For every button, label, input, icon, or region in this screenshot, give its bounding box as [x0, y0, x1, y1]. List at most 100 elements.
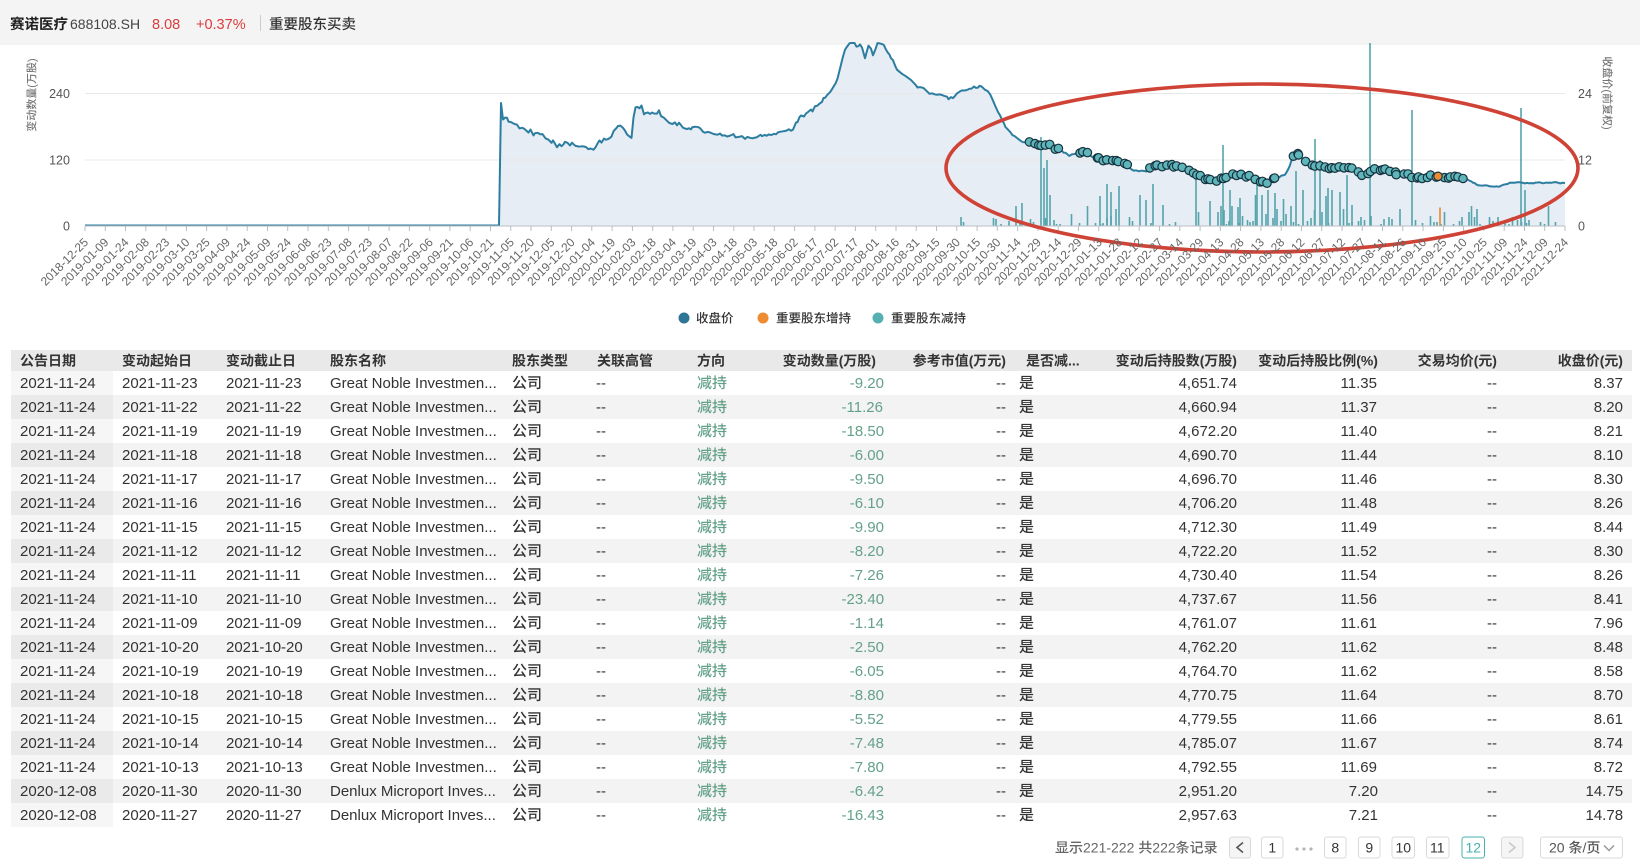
svg-text:(%): (%) — [1356, 353, 1378, 369]
svg-text:--: -- — [596, 759, 606, 776]
svg-text:--: -- — [996, 567, 1006, 584]
svg-text:8.26: 8.26 — [1594, 495, 1623, 512]
svg-text:2021-11-24: 2021-11-24 — [20, 495, 96, 512]
svg-text:11.35: 11.35 — [1341, 375, 1377, 392]
svg-text:--: -- — [996, 735, 1006, 752]
svg-text:8.10: 8.10 — [1594, 447, 1623, 464]
svg-text:2021-11-24: 2021-11-24 — [20, 591, 96, 608]
svg-text:14.78: 14.78 — [1586, 807, 1624, 824]
svg-text:--: -- — [996, 711, 1006, 728]
svg-text:-8.20: -8.20 — [850, 543, 884, 560]
svg-text:--: -- — [1487, 759, 1497, 776]
svg-text:11.49: 11.49 — [1341, 519, 1377, 536]
svg-text:2021-11-24: 2021-11-24 — [20, 687, 96, 704]
svg-text:-2.50: -2.50 — [850, 639, 884, 656]
svg-text:2021-11-24: 2021-11-24 — [20, 615, 96, 632]
svg-text:2021-11-18: 2021-11-18 — [122, 447, 198, 464]
svg-text:+0.37%: +0.37% — [196, 17, 246, 33]
svg-text:2,951.20: 2,951.20 — [1179, 783, 1237, 800]
svg-text:Denlux Microport Inves...: Denlux Microport Inves... — [330, 807, 496, 824]
svg-text:Great Noble Investmen...: Great Noble Investmen... — [330, 519, 497, 536]
svg-text:2021-11-23: 2021-11-23 — [226, 375, 302, 392]
svg-text:--: -- — [1487, 711, 1497, 728]
svg-text:2021-10-14: 2021-10-14 — [122, 735, 199, 752]
svg-text:2020-11-27: 2020-11-27 — [226, 807, 302, 824]
svg-text:11: 11 — [1430, 840, 1445, 856]
svg-text:14.75: 14.75 — [1586, 783, 1624, 800]
svg-text:4,762.20: 4,762.20 — [1179, 639, 1237, 656]
svg-text:Great Noble Investmen...: Great Noble Investmen... — [330, 495, 497, 512]
svg-text:--: -- — [1487, 591, 1497, 608]
svg-text:--: -- — [596, 663, 606, 680]
svg-text:--: -- — [996, 783, 1006, 800]
svg-text:Great Noble Investmen...: Great Noble Investmen... — [330, 471, 497, 488]
svg-text:): ) — [1492, 353, 1497, 369]
svg-text:7.21: 7.21 — [1349, 807, 1378, 824]
svg-text:8.70: 8.70 — [1594, 687, 1623, 704]
svg-text:2021-11-24: 2021-11-24 — [20, 735, 96, 752]
svg-text:8.08: 8.08 — [152, 17, 180, 33]
svg-text:2020-11-30: 2020-11-30 — [122, 783, 198, 800]
svg-text:4,690.70: 4,690.70 — [1179, 447, 1237, 464]
svg-text:--: -- — [996, 495, 1006, 512]
svg-text:--: -- — [996, 471, 1006, 488]
svg-text:7.96: 7.96 — [1594, 615, 1623, 632]
svg-text:8.41: 8.41 — [1594, 591, 1623, 608]
svg-text:-1.14: -1.14 — [850, 615, 884, 632]
svg-text:2021-10-19: 2021-10-19 — [122, 663, 199, 680]
svg-text:-6.00: -6.00 — [850, 447, 884, 464]
svg-text:11.48: 11.48 — [1341, 495, 1377, 512]
svg-text:20: 20 — [1549, 840, 1565, 856]
svg-text:): ) — [1618, 353, 1623, 369]
svg-text:--: -- — [1487, 687, 1497, 704]
svg-text:8.37: 8.37 — [1594, 375, 1623, 392]
svg-text:222: 222 — [1152, 840, 1176, 856]
svg-text:2021-11-15: 2021-11-15 — [226, 519, 302, 536]
svg-text:--: -- — [1487, 663, 1497, 680]
svg-text:24: 24 — [1578, 87, 1592, 101]
svg-text:2021-10-13: 2021-10-13 — [122, 759, 199, 776]
svg-text:Great Noble Investmen...: Great Noble Investmen... — [330, 759, 497, 776]
svg-text:11.40: 11.40 — [1341, 423, 1377, 440]
svg-text:2021-11-16: 2021-11-16 — [226, 495, 302, 512]
svg-text:--: -- — [996, 543, 1006, 560]
svg-text:--: -- — [596, 783, 606, 800]
svg-text:2021-11-17: 2021-11-17 — [226, 471, 302, 488]
svg-text:--: -- — [1487, 375, 1497, 392]
svg-text:--: -- — [996, 687, 1006, 704]
svg-text:--: -- — [996, 663, 1006, 680]
svg-text:2021-10-18: 2021-10-18 — [122, 687, 199, 704]
svg-text:--: -- — [1487, 447, 1497, 464]
svg-text:--: -- — [596, 591, 606, 608]
svg-text:--: -- — [596, 543, 606, 560]
svg-text:Great Noble Investmen...: Great Noble Investmen... — [330, 639, 497, 656]
svg-text:--: -- — [596, 447, 606, 464]
svg-text:--: -- — [1487, 399, 1497, 416]
svg-text:12: 12 — [1466, 840, 1482, 856]
svg-text:Denlux Microport Inves...: Denlux Microport Inves... — [330, 783, 496, 800]
svg-text:221-222: 221-222 — [1083, 840, 1135, 856]
svg-text:Great Noble Investmen...: Great Noble Investmen... — [330, 447, 497, 464]
svg-text:...: ... — [1068, 353, 1080, 369]
svg-text:--: -- — [596, 423, 606, 440]
svg-text:11.64: 11.64 — [1341, 687, 1377, 704]
svg-text:2021-11-22: 2021-11-22 — [226, 399, 302, 416]
svg-text:4,706.20: 4,706.20 — [1179, 495, 1237, 512]
svg-text:-9.20: -9.20 — [850, 375, 884, 392]
svg-text:(: ( — [1601, 89, 1613, 93]
svg-text:2020-12-08: 2020-12-08 — [20, 807, 97, 824]
svg-text:12: 12 — [1578, 154, 1592, 168]
svg-text:2021-11-15: 2021-11-15 — [122, 519, 198, 536]
svg-text:2021-11-24: 2021-11-24 — [20, 567, 96, 584]
svg-text:): ) — [27, 58, 39, 62]
svg-text:(: ( — [839, 353, 844, 369]
svg-text:4,672.20: 4,672.20 — [1179, 423, 1237, 440]
svg-text:4,660.94: 4,660.94 — [1179, 399, 1237, 416]
svg-text:2021-10-19: 2021-10-19 — [226, 663, 303, 680]
svg-text:Great Noble Investmen...: Great Noble Investmen... — [330, 423, 497, 440]
svg-text:): ) — [1601, 126, 1613, 130]
svg-text:--: -- — [1487, 423, 1497, 440]
svg-text:--: -- — [1487, 567, 1497, 584]
svg-text:-16.43: -16.43 — [842, 807, 885, 824]
svg-text:8.30: 8.30 — [1594, 471, 1623, 488]
